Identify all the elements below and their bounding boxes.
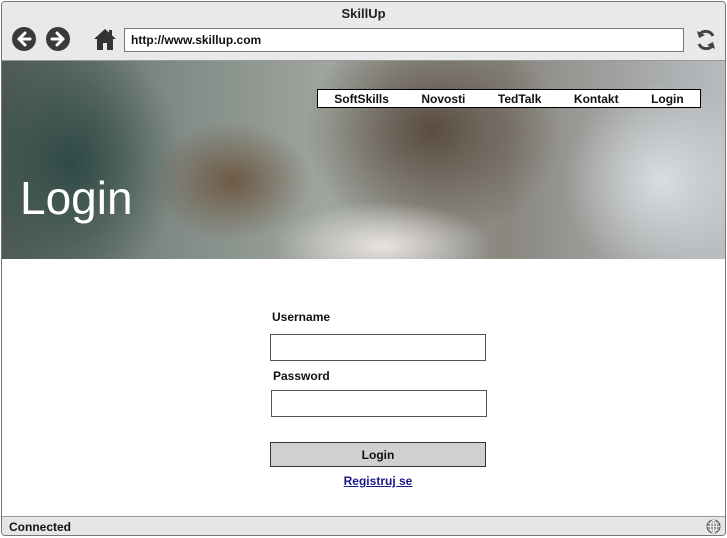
- password-input[interactable]: [272, 391, 486, 416]
- browser-toolbar: SkillUp: [2, 2, 725, 61]
- login-button[interactable]: Login: [270, 442, 486, 467]
- username-field[interactable]: [270, 334, 486, 361]
- hero-photo-shade: [2, 61, 182, 259]
- nav-item-tedtalk[interactable]: TedTalk: [498, 92, 542, 106]
- top-navigation: SoftSkills Novosti TedTalk Kontakt Login: [317, 89, 701, 108]
- username-label: Username: [272, 310, 331, 324]
- page-title: Login: [20, 172, 133, 224]
- nav-item-login[interactable]: Login: [651, 92, 684, 106]
- url-bar[interactable]: [124, 28, 684, 52]
- browser-window: SkillUp http://www.skillup.com Login Sof…: [1, 1, 726, 536]
- refresh-icon[interactable]: [694, 27, 718, 53]
- nav-item-kontakt[interactable]: Kontakt: [574, 92, 619, 106]
- window-title: SkillUp: [341, 6, 386, 21]
- register-link[interactable]: Registruj se: [270, 474, 486, 488]
- url-input[interactable]: [125, 29, 683, 51]
- status-bar: Connected: [2, 516, 725, 535]
- username-input[interactable]: [271, 335, 485, 360]
- forward-arrow-icon[interactable]: [46, 27, 70, 51]
- nav-item-softskills[interactable]: SoftSkills: [334, 92, 389, 106]
- back-arrow-icon[interactable]: [12, 27, 36, 51]
- nav-item-novosti[interactable]: Novosti: [421, 92, 465, 106]
- globe-icon: [706, 519, 721, 534]
- hero-banner: Login SoftSkills Novosti TedTalk Kontakt…: [2, 61, 725, 259]
- connection-status: Connected: [9, 520, 72, 534]
- password-field[interactable]: [271, 390, 487, 417]
- home-icon[interactable]: [92, 26, 118, 52]
- password-label: Password: [273, 369, 330, 383]
